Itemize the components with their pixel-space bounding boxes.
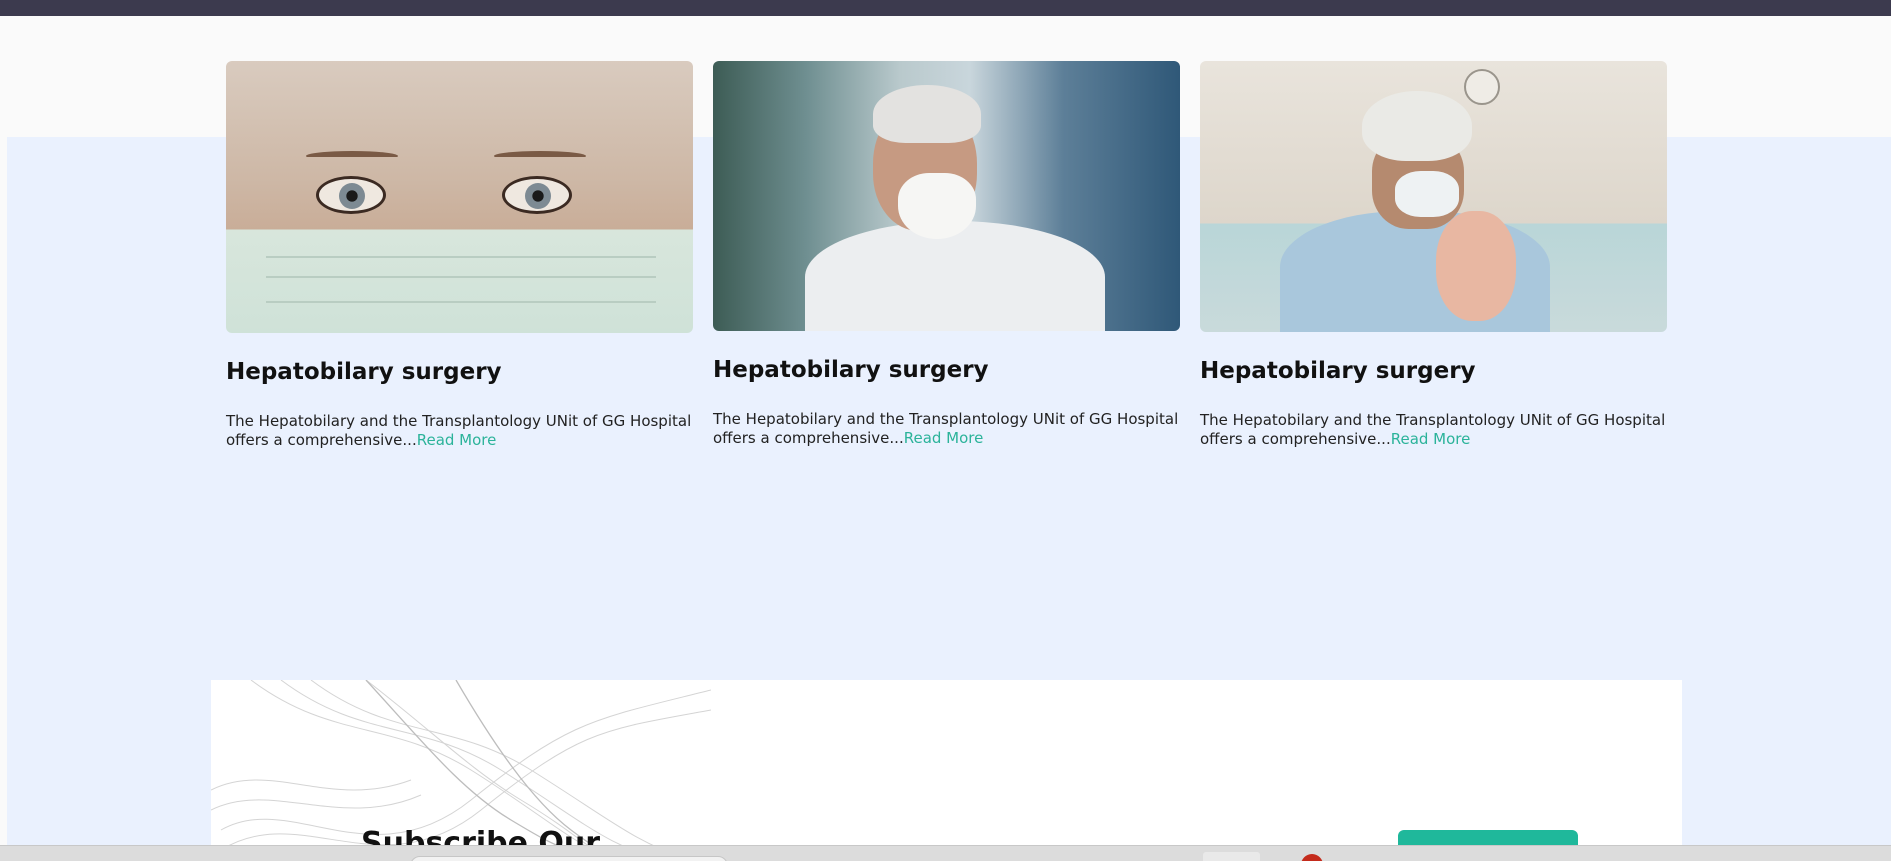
taskbar-search[interactable] <box>410 856 728 861</box>
service-card: Hepatobilary surgery The Hepatobilary an… <box>226 61 693 461</box>
card-excerpt: The Hepatobilary and the Transplantology… <box>1200 411 1666 448</box>
doctor-holding-newborn-photo[interactable] <box>1200 61 1667 332</box>
card-title[interactable]: Hepatobilary surgery <box>226 359 693 385</box>
nurse-eyes-with-mask-photo[interactable] <box>226 61 693 333</box>
notification-badge-icon[interactable] <box>1301 854 1323 861</box>
man-wearing-mask-photo[interactable] <box>713 61 1180 331</box>
taskbar-app-icon[interactable] <box>1203 852 1260 861</box>
card-excerpt: The Hepatobilary and the Transplantology… <box>713 410 1179 447</box>
read-more-link[interactable]: Read More <box>904 429 984 447</box>
taskbar <box>0 845 1891 861</box>
eye <box>316 176 386 214</box>
card-excerpt: The Hepatobilary and the Transplantology… <box>226 412 692 449</box>
service-card: Hepatobilary surgery The Hepatobilary an… <box>1200 61 1667 461</box>
top-header-bar <box>0 0 1891 16</box>
eye <box>502 176 572 214</box>
service-card: Hepatobilary surgery The Hepatobilary an… <box>713 61 1180 461</box>
wall-clock <box>1464 69 1500 105</box>
card-title[interactable]: Hepatobilary surgery <box>713 357 1180 383</box>
read-more-link[interactable]: Read More <box>1391 430 1471 448</box>
newborn <box>1436 211 1516 321</box>
face-mask <box>898 173 976 239</box>
card-title[interactable]: Hepatobilary surgery <box>1200 358 1667 384</box>
read-more-link[interactable]: Read More <box>417 431 497 449</box>
subscribe-section: Subscribe Our <box>211 680 1682 861</box>
